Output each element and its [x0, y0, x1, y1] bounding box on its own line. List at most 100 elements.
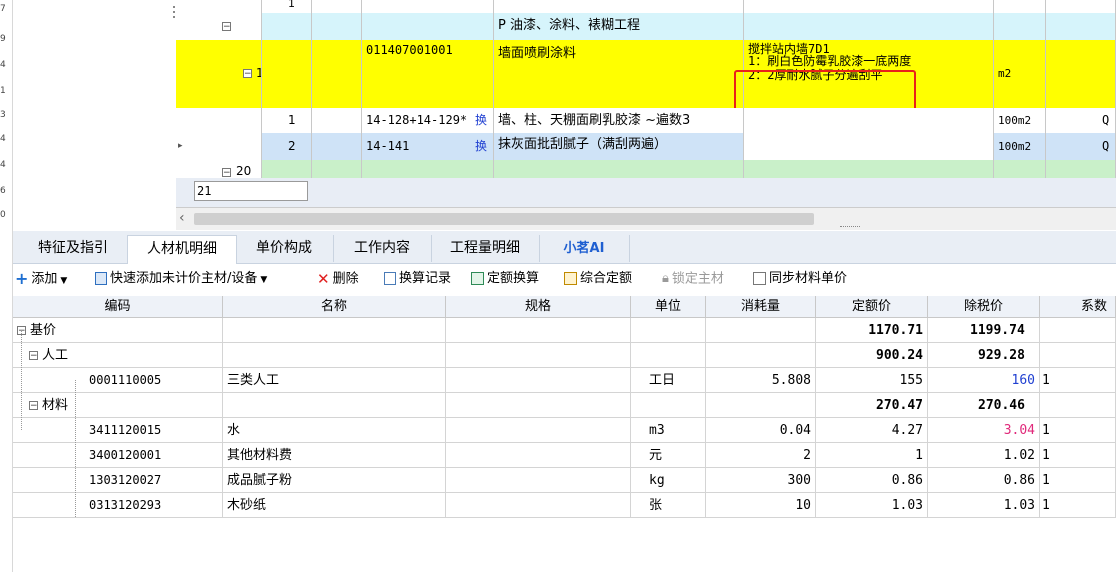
tab-unit-price[interactable]: 单价构成: [235, 235, 334, 262]
tab-features[interactable]: 特征及指引: [19, 235, 128, 262]
delete-button[interactable]: ✕ 删除: [317, 270, 359, 288]
grid-row-section[interactable]: − P 油漆、涂料、裱糊工程: [176, 13, 1116, 41]
scroll-left-icon[interactable]: ‹: [179, 210, 185, 226]
item-code: 14-141 换: [362, 133, 494, 160]
collapse-icon[interactable]: −: [243, 69, 252, 79]
gutter-number: 4: [0, 60, 6, 70]
collapse-icon[interactable]: −: [222, 22, 231, 32]
quick-add-button[interactable]: 快速添加未计价主材/设备 ▼: [95, 270, 267, 288]
resource-taxfree[interactable]: 0.86: [928, 468, 1040, 493]
sync-price-toggle[interactable]: 同步材料单价: [753, 270, 847, 288]
collapse-icon[interactable]: −: [29, 401, 38, 411]
header-qty[interactable]: 消耗量: [706, 296, 816, 318]
grid-row-sub1[interactable]: 1 14-128+14-129* 换 墙、柱、天棚面刷乳胶漆 ~遍数3 100m…: [176, 108, 1116, 134]
header-spec[interactable]: 规格: [446, 296, 631, 318]
grid-row-19[interactable]: − 19 011407001001 墙面喷刷涂料 搅拌站内墙7D1 1：刷白色防…: [176, 40, 1116, 109]
header-code[interactable]: 编码: [13, 296, 223, 318]
resource-coef: [1040, 318, 1116, 343]
item-code: 011407001001: [362, 40, 494, 108]
header-unit[interactable]: 单位: [631, 296, 706, 318]
grid-row-20[interactable]: − 20: [176, 160, 1116, 178]
row-edit-input[interactable]: [194, 181, 308, 201]
resource-unit: 工日: [631, 368, 706, 393]
sync-price-checkbox[interactable]: [753, 272, 766, 285]
resource-price: 900.24: [816, 343, 928, 368]
resource-unit: [631, 393, 706, 418]
scroll-thumb[interactable]: [194, 213, 814, 225]
resource-spec: [446, 318, 631, 343]
resource-row[interactable]: 3400120001 其他材料费 元 2 1 1.02 1: [13, 443, 1116, 468]
grid-row-partial[interactable]: 1: [176, 0, 1116, 14]
resource-taxfree[interactable]: 160: [928, 368, 1040, 393]
row-number: 1: [262, 0, 312, 13]
resource-price: 1170.71: [816, 318, 928, 343]
collapse-icon[interactable]: −: [29, 351, 38, 361]
add-label: 添加: [31, 271, 58, 287]
resource-unit: kg: [631, 468, 706, 493]
gutter-number: 1: [0, 86, 6, 96]
group-label: 材料: [42, 398, 69, 413]
composite-quota-button[interactable]: 综合定额: [564, 270, 632, 288]
resource-unit: [631, 318, 706, 343]
swap-icon[interactable]: 换: [475, 108, 487, 133]
header-name[interactable]: 名称: [223, 296, 446, 318]
tab-labor-materials[interactable]: 人材机明细: [127, 235, 237, 264]
horizontal-scrollbar[interactable]: ‹: [176, 207, 1116, 230]
row-pointer-icon: ▸: [178, 141, 183, 151]
resource-row[interactable]: 3411120015 水 m3 0.04 4.27 3.04 1: [13, 418, 1116, 443]
row-number: 2: [262, 133, 312, 160]
resource-coef[interactable]: 1: [1040, 493, 1116, 518]
swap-record-button[interactable]: 换算记录: [384, 270, 451, 288]
resource-row[interactable]: − 材料 270.47 270.46: [13, 393, 1116, 418]
resource-coef[interactable]: 1: [1040, 468, 1116, 493]
resource-price: 155: [816, 368, 928, 393]
resource-row[interactable]: − 人工 900.24 929.28: [13, 343, 1116, 368]
resource-name: [223, 393, 446, 418]
resource-qty: [706, 318, 816, 343]
group-label: 人工: [42, 348, 69, 363]
header-taxfree[interactable]: 除税价: [928, 296, 1040, 318]
grid-row-sub2[interactable]: ▸ 2 14-141 换 抹灰面批刮腻子（满刮两遍） 100m2 Q: [176, 133, 1116, 161]
swap-record-label: 换算记录: [399, 271, 452, 286]
resource-spec: [446, 493, 631, 518]
swap-icon[interactable]: 换: [475, 133, 487, 160]
tab-work-content[interactable]: 工作内容: [333, 235, 432, 262]
item-unit: m2: [994, 40, 1046, 108]
header-coef[interactable]: 系数: [1040, 296, 1116, 318]
quota-swap-button[interactable]: 定额换算: [471, 270, 539, 288]
resource-row[interactable]: − 基价 1170.71 1199.74: [13, 318, 1116, 343]
tree-guide: [75, 380, 76, 517]
resource-coef[interactable]: 1: [1040, 418, 1116, 443]
resource-coef: [1040, 393, 1116, 418]
resource-coef[interactable]: 1: [1040, 368, 1116, 393]
resource-name: 三类人工: [223, 368, 446, 393]
plus-icon: +: [15, 269, 29, 288]
resource-name: 其他材料费: [223, 443, 446, 468]
splitter-grip[interactable]: [840, 226, 860, 229]
resource-code: 0001110005: [13, 368, 223, 393]
tab-quantity-detail[interactable]: 工程量明细: [431, 235, 540, 262]
header-price[interactable]: 定额价: [816, 296, 928, 318]
gutter-number: 4: [0, 160, 6, 170]
extra-col: Q: [1046, 133, 1116, 160]
gutter-number: 7: [0, 4, 6, 14]
resource-row[interactable]: 1303120027 成品腻子粉 kg 300 0.86 0.86 1: [13, 468, 1116, 493]
resource-taxfree: 270.46: [928, 393, 1040, 418]
collapse-icon[interactable]: −: [222, 168, 231, 178]
resource-price: 1: [816, 443, 928, 468]
resource-taxfree[interactable]: 1.02: [928, 443, 1040, 468]
tab-ai[interactable]: 小茗AI: [539, 235, 630, 262]
resource-taxfree[interactable]: 1.03: [928, 493, 1040, 518]
resource-coef: [1040, 343, 1116, 368]
resource-row[interactable]: 0313120293 木砂纸 张 10 1.03 1.03 1: [13, 493, 1116, 518]
item-name: 抹灰面批刮腻子（满刮两遍）: [494, 133, 744, 160]
resource-coef[interactable]: 1: [1040, 443, 1116, 468]
lock-main-button[interactable]: 🔒︎ 锁定主材: [662, 270, 724, 288]
section-title: P 油漆、涂料、裱糊工程: [494, 13, 744, 40]
resource-row[interactable]: 0001110005 三类人工 工日 5.808 155 160 1: [13, 368, 1116, 393]
resource-taxfree[interactable]: 3.04: [928, 418, 1040, 443]
tree-panel: [13, 0, 175, 230]
add-button[interactable]: + 添加 ▼: [15, 270, 67, 288]
composite-label: 综合定额: [580, 271, 633, 286]
resource-name: [223, 318, 446, 343]
